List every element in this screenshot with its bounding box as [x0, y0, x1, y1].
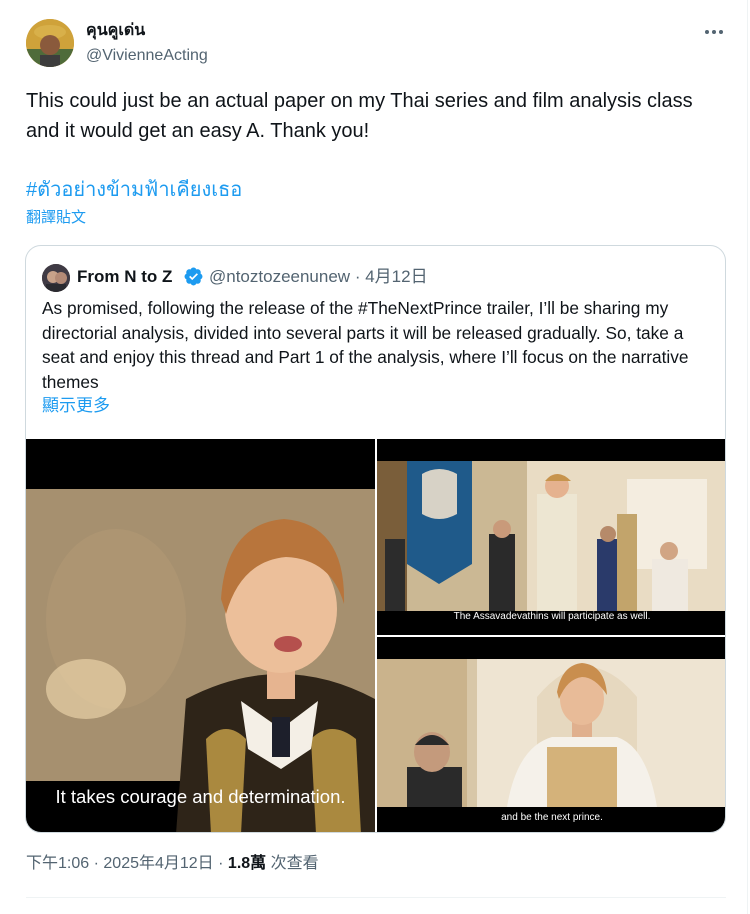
timeline-border [747, 0, 748, 914]
tweet-date[interactable]: 2025年4月12日 [103, 855, 213, 872]
quote-handle-line: @ntoztozeenunew · 4月12日 [209, 266, 428, 288]
tweet-text: This could just be an actual paper on my… [26, 90, 693, 142]
view-label: 次查看 [270, 855, 319, 872]
quote-text: As promised, following the release of th… [42, 298, 689, 392]
translate-post-link[interactable]: 翻譯貼文 [26, 207, 86, 229]
quote-author-avatar[interactable] [42, 264, 70, 292]
hashtag-link[interactable]: #ตัวอย่างข้ามฟ้าเคียงเธอ [26, 176, 242, 204]
divider [26, 897, 726, 898]
separator-dot: · [354, 267, 361, 286]
quote-author-handle[interactable]: @ntoztozeenunew [209, 267, 350, 286]
author-handle[interactable]: @VivienneActing [86, 46, 208, 66]
separator-dot: · [218, 855, 224, 872]
quoted-tweet-card[interactable]: From N to Z @ntoztozeenunew · 4月12日 As p… [25, 245, 726, 833]
tweet-time[interactable]: 下午1:06 [26, 855, 89, 872]
show-more-link[interactable]: 顯示更多 [42, 394, 110, 418]
verified-badge-icon [184, 267, 203, 286]
more-options-button[interactable] [700, 20, 728, 44]
author-avatar[interactable] [26, 19, 74, 67]
quote-date[interactable]: 4月12日 [365, 267, 427, 286]
more-horizontal-icon [705, 30, 709, 34]
media-subtitle-3: and be the next prince. [501, 812, 603, 823]
separator-dot: · [93, 855, 99, 872]
media-image-1[interactable]: It takes courage and determination. [26, 439, 375, 832]
tweet: คุนคูเด่น @VivienneActing This could jus… [0, 0, 750, 914]
media-image-2[interactable]: The Assavadevathins will participate as … [377, 439, 725, 635]
view-count: 1.8萬 [227, 855, 267, 872]
media-subtitle-2: The Assavadevathins will participate as … [453, 611, 651, 622]
author-name[interactable]: คุนคูเด่น [86, 21, 145, 41]
media-subtitle-1: It takes courage and determination. [55, 786, 346, 807]
tweet-meta: 下午1:06 · 2025年4月12日 · 1.8萬 次查看 [26, 853, 319, 875]
media-image-3[interactable]: and be the next prince. [377, 637, 725, 832]
quote-author-name[interactable]: From N to Z [77, 266, 172, 288]
